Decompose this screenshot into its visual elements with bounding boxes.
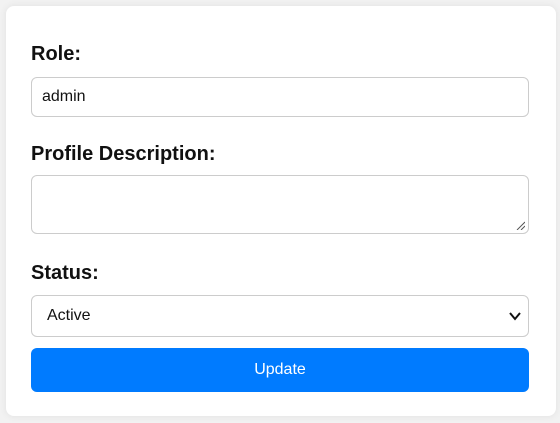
status-selected-value: Active — [47, 307, 91, 324]
role-label: Role: — [31, 43, 81, 65]
update-button[interactable]: Update — [31, 348, 529, 392]
form-card: Role: admin Profile Description: Status:… — [6, 6, 556, 416]
profile-description-label: Profile Description: — [31, 143, 216, 165]
resize-handle-icon[interactable] — [515, 220, 525, 230]
role-value: admin — [42, 88, 86, 105]
status-label: Status: — [31, 262, 99, 284]
role-input[interactable]: admin — [31, 77, 529, 117]
chevron-down-icon — [509, 312, 521, 321]
profile-description-textarea[interactable] — [31, 175, 529, 234]
status-select[interactable]: Active — [31, 295, 529, 337]
